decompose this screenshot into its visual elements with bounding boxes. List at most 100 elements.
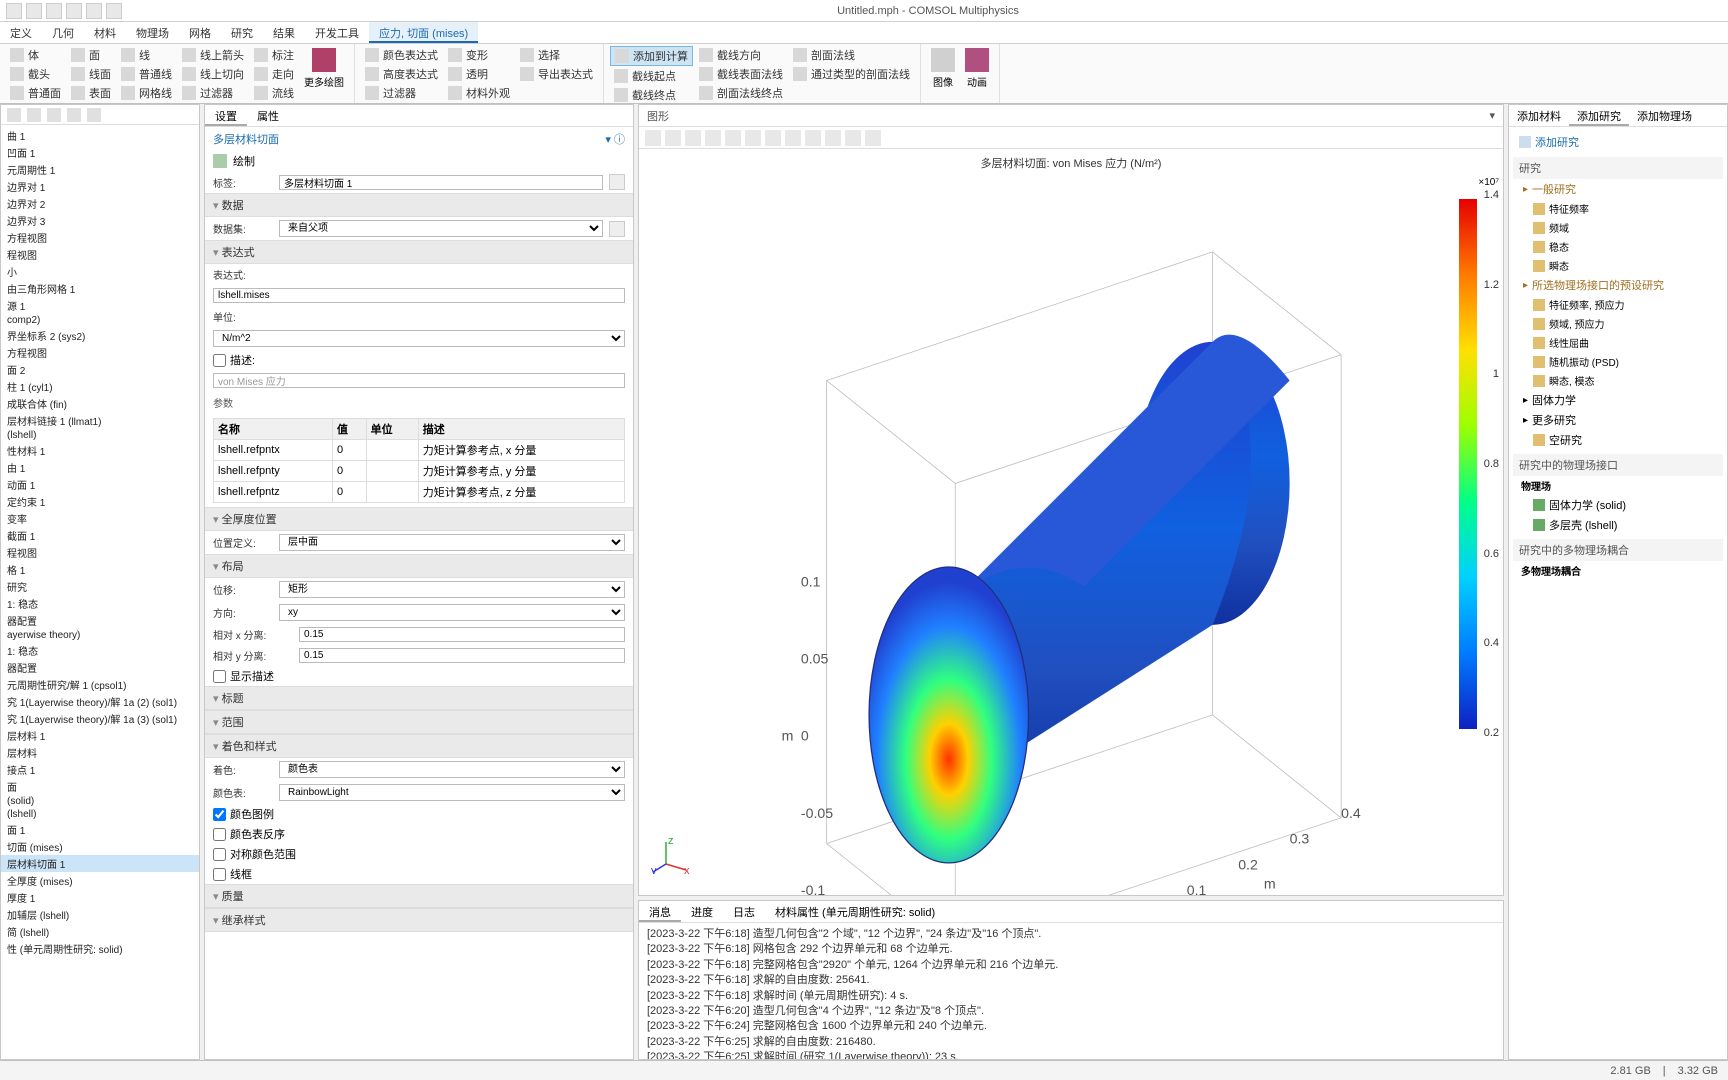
dataset-select[interactable]: 来自父项 (279, 220, 603, 237)
study-item[interactable]: 稳态 (1513, 237, 1723, 256)
table-row[interactable]: lshell.refpntx0力矩计算参考点, x 分量 (214, 440, 625, 461)
model-tree[interactable]: 曲 1凹面 1元周期性 1边界对 1边界对 2边界对 3方程视图程视图小由三角形… (1, 125, 199, 1059)
ribbon-btn-line[interactable]: 线 (117, 46, 176, 64)
log-tab-progress[interactable]: 进度 (681, 901, 723, 922)
study-item[interactable]: 频域, 预应力 (1513, 314, 1723, 333)
tree-more[interactable]: ▸ 更多研究 (1513, 410, 1723, 430)
tree-node[interactable]: 层材料链接 1 (llmat1) (1, 412, 199, 429)
ribbon-btn-larrow2[interactable]: 线上切向 (178, 65, 248, 83)
tree-node[interactable]: 程视图 (1, 544, 199, 561)
tree-node[interactable]: 边界对 2 (1, 195, 199, 212)
study-item[interactable]: 频域 (1513, 218, 1723, 237)
tree-node[interactable]: 由 1 (1, 459, 199, 476)
ribbon-tab-geometry[interactable]: 几何 (42, 22, 84, 43)
tree-general[interactable]: ▸ 一般研究 (1513, 179, 1723, 199)
wire-checkbox[interactable] (213, 868, 226, 881)
unit-select[interactable]: N/m^2 (213, 330, 625, 347)
tree-node[interactable]: 性材料 1 (1, 442, 199, 459)
ribbon-btn-transp[interactable]: 透明 (444, 65, 514, 83)
ribbon-btn-larrow[interactable]: 线上箭头 (178, 46, 248, 64)
ribbon-btn-image[interactable]: 图像 (927, 46, 959, 91)
tree-node[interactable]: ayerwise theory) (1, 629, 199, 642)
label-extra-icon[interactable] (609, 174, 625, 190)
tree-node[interactable]: 厚度 1 (1, 889, 199, 906)
select-icon[interactable] (765, 130, 781, 146)
ribbon-btn-arrow3[interactable]: 表面 (67, 84, 115, 102)
colortable-select[interactable]: RainbowLight (279, 784, 625, 801)
study-item[interactable]: 随机振动 (PSD) (1513, 352, 1723, 371)
ribbon-btn-moreplots[interactable]: 更多绘图 (300, 46, 348, 91)
ribbon-btn-export[interactable]: 导出表达式 (516, 65, 597, 83)
tree-node[interactable]: 方程视图 (1, 344, 199, 361)
tree-node[interactable]: 研究 (1, 578, 199, 595)
section-range[interactable]: 范围 (205, 710, 633, 734)
nav-down-icon[interactable] (67, 108, 81, 122)
tab-properties[interactable]: 属性 (247, 105, 289, 126)
tree-node[interactable]: 面 1 (1, 821, 199, 838)
tree-node[interactable]: 方程视图 (1, 229, 199, 246)
undo-icon[interactable] (26, 3, 42, 19)
section-quality[interactable]: 质量 (205, 884, 633, 908)
tree-node[interactable]: 简 (lshell) (1, 923, 199, 940)
section-title[interactable]: 标题 (205, 686, 633, 710)
tree-preset[interactable]: ▸ 所选物理场接口的预设研究 (1513, 275, 1723, 295)
direction-select[interactable]: xy (279, 604, 625, 621)
nav-right-icon[interactable] (27, 108, 41, 122)
section-inherit[interactable]: 继承样式 (205, 908, 633, 932)
ribbon-tab-mesh[interactable]: 网格 (179, 22, 221, 43)
param-table[interactable]: 名称 值 单位 描述 lshell.refpntx0力矩计算参考点, x 分量l… (213, 418, 625, 503)
tree-empty[interactable]: 空研究 (1513, 430, 1723, 450)
tree-node[interactable]: (lshell) (1, 429, 199, 442)
ribbon-btn-planenorm2[interactable]: 剖面法线 (789, 46, 914, 64)
graphics-menu-icon[interactable]: ▾ (1489, 109, 1495, 122)
tree-solidmech[interactable]: ▸ 固体力学 (1513, 390, 1723, 410)
table-row[interactable]: lshell.refpnty0力矩计算参考点, y 分量 (214, 461, 625, 482)
ribbon-btn-surface[interactable]: 普通面 (6, 84, 65, 102)
ribbon-btn-stream[interactable]: 流线 (250, 84, 298, 102)
zoom-in-icon[interactable] (665, 130, 681, 146)
ribbon-btn-mesh[interactable]: 网格线 (117, 84, 176, 102)
study-item[interactable]: 特征频率 (1513, 199, 1723, 218)
dataset-link-icon[interactable] (609, 221, 625, 237)
study-item[interactable]: 瞬态 (1513, 256, 1723, 275)
ribbon-btn-arrow1[interactable]: 截头 (6, 65, 65, 83)
tree-node[interactable]: 加辅层 (lshell) (1, 906, 199, 923)
ribbon-btn-slice[interactable]: 面 (67, 46, 115, 64)
right-tab-addmat[interactable]: 添加材料 (1509, 105, 1569, 126)
zoom-out-icon[interactable] (685, 130, 701, 146)
ribbon-tab-define[interactable]: 定义 (0, 22, 42, 43)
tree-node[interactable]: 层材料 (1, 744, 199, 761)
ribbon-btn-cutstart[interactable]: 截线起点 (610, 67, 693, 85)
nav-left-icon[interactable] (7, 108, 21, 122)
tree-node[interactable]: 变率 (1, 510, 199, 527)
physics-solid[interactable]: 固体力学 (solid) (1513, 495, 1723, 515)
tree-node[interactable]: 源 1 (1, 297, 199, 314)
graphics-canvas[interactable]: 多层材料切面: von Mises 应力 (N/m²) (639, 149, 1503, 895)
tree-node[interactable]: comp2) (1, 314, 199, 327)
section-data[interactable]: 数据 (205, 193, 633, 217)
log-body[interactable]: [2023-3-22 下午6:18] 造型几何包含"2 个域", "12 个边界… (639, 923, 1503, 1059)
tree-node[interactable]: 成联合体 (fin) (1, 395, 199, 412)
tree-node[interactable]: 究 1(Layerwise theory)/解 1a (3) (sol1) (1, 710, 199, 727)
ribbon-btn-annot[interactable]: 标注 (250, 46, 298, 64)
ribbon-btn-planetype[interactable]: 通过类型的剖面法线 (789, 65, 914, 83)
tab-settings[interactable]: 设置 (205, 105, 247, 126)
default-view-icon[interactable] (725, 130, 741, 146)
tree-node[interactable]: 凹面 1 (1, 144, 199, 161)
tree-node[interactable]: 究 1(Layerwise theory)/解 1a (2) (sol1) (1, 693, 199, 710)
ribbon-btn-matapp[interactable]: 材料外观 (444, 84, 514, 102)
redo-icon[interactable] (46, 3, 62, 19)
ribbon-tab-physics[interactable]: 物理场 (126, 22, 179, 43)
tree-node[interactable]: 1: 稳态 (1, 595, 199, 612)
camera-icon[interactable] (825, 130, 841, 146)
ribbon-btn-select[interactable]: 选择 (516, 46, 597, 64)
tree-node[interactable]: 切面 (mises) (1, 838, 199, 855)
tree-node[interactable]: 边界对 3 (1, 212, 199, 229)
tree-node[interactable]: 由三角形网格 1 (1, 280, 199, 297)
displacement-select[interactable]: 矩形 (279, 581, 625, 598)
tree-node[interactable]: 面 2 (1, 361, 199, 378)
right-tab-addstudy[interactable]: 添加研究 (1569, 105, 1629, 126)
ribbon-tab-study[interactable]: 研究 (221, 22, 263, 43)
ribbon-btn-planenorm[interactable]: 剖面法线终点 (695, 84, 787, 102)
ribbon-btn-dir[interactable]: 走向 (250, 65, 298, 83)
